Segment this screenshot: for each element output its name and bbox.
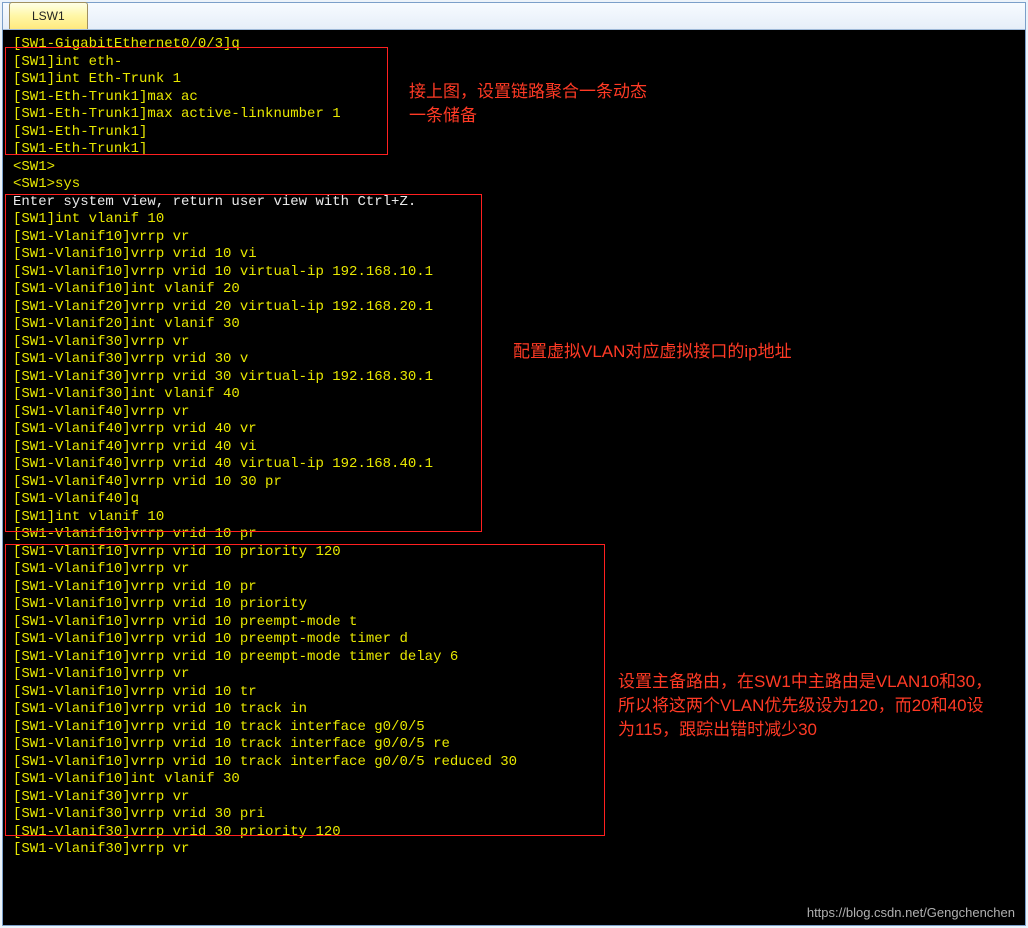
terminal-line: [SW1-Vlanif10]int vlanif 30 <box>13 771 1019 789</box>
tab-bar: LSW1 <box>3 3 1025 30</box>
terminal-line: [SW1-Vlanif10]int vlanif 20 <box>13 281 1019 299</box>
terminal-line: [SW1-Eth-Trunk1]max ac <box>13 89 1019 107</box>
terminal-line: [SW1-Vlanif40]q <box>13 491 1019 509</box>
terminal-line: Enter system view, return user view with… <box>13 194 1019 212</box>
terminal-line: [SW1-Vlanif10]vrrp vrid 10 pr <box>13 579 1019 597</box>
terminal-line: [SW1-Vlanif40]vrrp vrid 40 vr <box>13 421 1019 439</box>
terminal-line: [SW1]int vlanif 10 <box>13 509 1019 527</box>
terminal-line: [SW1-Vlanif10]vrrp vrid 10 track interfa… <box>13 719 1019 737</box>
terminal-line: [SW1-Vlanif10]vrrp vr <box>13 666 1019 684</box>
terminal-line: [SW1-Vlanif10]vrrp vrid 10 priority 120 <box>13 544 1019 562</box>
terminal-line: [SW1-Vlanif30]vrrp vrid 30 v <box>13 351 1019 369</box>
terminal-line: [SW1-Vlanif10]vrrp vrid 10 preempt-mode … <box>13 631 1019 649</box>
terminal-line: [SW1-Vlanif30]vrrp vr <box>13 789 1019 807</box>
terminal-line: [SW1]int Eth-Trunk 1 <box>13 71 1019 89</box>
terminal-line: [SW1-Eth-Trunk1] <box>13 141 1019 159</box>
terminal-line: [SW1-Vlanif40]vrrp vr <box>13 404 1019 422</box>
terminal-line: [SW1-Vlanif10]vrrp vrid 10 preempt-mode … <box>13 649 1019 667</box>
terminal-line: [SW1-Vlanif20]vrrp vrid 20 virtual-ip 19… <box>13 299 1019 317</box>
terminal-line: [SW1-Vlanif30]vrrp vrid 30 pri <box>13 806 1019 824</box>
terminal-line: [SW1-Vlanif10]vrrp vrid 10 virtual-ip 19… <box>13 264 1019 282</box>
terminal-line: <SW1> <box>13 159 1019 177</box>
terminal-line: [SW1-Vlanif10]vrrp vr <box>13 561 1019 579</box>
terminal-line: [SW1]int vlanif 10 <box>13 211 1019 229</box>
terminal-line: [SW1-Vlanif40]vrrp vrid 40 virtual-ip 19… <box>13 456 1019 474</box>
tab-label: LSW1 <box>32 9 65 23</box>
terminal-line: [SW1-Vlanif30]vrrp vr <box>13 334 1019 352</box>
terminal-line: [SW1-Vlanif30]int vlanif 40 <box>13 386 1019 404</box>
terminal-window: LSW1 [SW1-GigabitEthernet0/0/3]q[SW1]int… <box>2 2 1026 926</box>
terminal-line: [SW1]int eth- <box>13 54 1019 72</box>
terminal-line: [SW1-Vlanif20]int vlanif 30 <box>13 316 1019 334</box>
terminal-line: [SW1-Vlanif30]vrrp vrid 30 virtual-ip 19… <box>13 369 1019 387</box>
terminal-line: [SW1-Vlanif30]vrrp vrid 30 priority 120 <box>13 824 1019 842</box>
terminal-line: [SW1-Vlanif10]vrrp vrid 10 priority <box>13 596 1019 614</box>
terminal-line: [SW1-Vlanif30]vrrp vr <box>13 841 1019 859</box>
terminal-line: [SW1-Eth-Trunk1] <box>13 124 1019 142</box>
terminal-line: [SW1-Vlanif10]vrrp vrid 10 tr <box>13 684 1019 702</box>
terminal-line: [SW1-Vlanif10]vrrp vrid 10 preempt-mode … <box>13 614 1019 632</box>
terminal-line: [SW1-Vlanif10]vrrp vrid 10 track interfa… <box>13 736 1019 754</box>
terminal-line: [SW1-Vlanif10]vrrp vrid 10 pr <box>13 526 1019 544</box>
terminal-line: [SW1-Vlanif10]vrrp vrid 10 vi <box>13 246 1019 264</box>
terminal-area[interactable]: [SW1-GigabitEthernet0/0/3]q[SW1]int eth-… <box>3 30 1025 925</box>
terminal-line: [SW1-Vlanif40]vrrp vrid 10 30 pr <box>13 474 1019 492</box>
terminal-line: [SW1-Vlanif10]vrrp vrid 10 track in <box>13 701 1019 719</box>
terminal-line: [SW1-Vlanif10]vrrp vrid 10 track interfa… <box>13 754 1019 772</box>
tab-lsw1[interactable]: LSW1 <box>9 2 88 29</box>
terminal-line: <SW1>sys <box>13 176 1019 194</box>
terminal-line: [SW1-Vlanif40]vrrp vrid 40 vi <box>13 439 1019 457</box>
watermark: https://blog.csdn.net/Gengchenchen <box>807 904 1015 922</box>
terminal-line: [SW1-Vlanif10]vrrp vr <box>13 229 1019 247</box>
terminal-line: [SW1-Eth-Trunk1]max active-linknumber 1 <box>13 106 1019 124</box>
terminal-line: [SW1-GigabitEthernet0/0/3]q <box>13 36 1019 54</box>
